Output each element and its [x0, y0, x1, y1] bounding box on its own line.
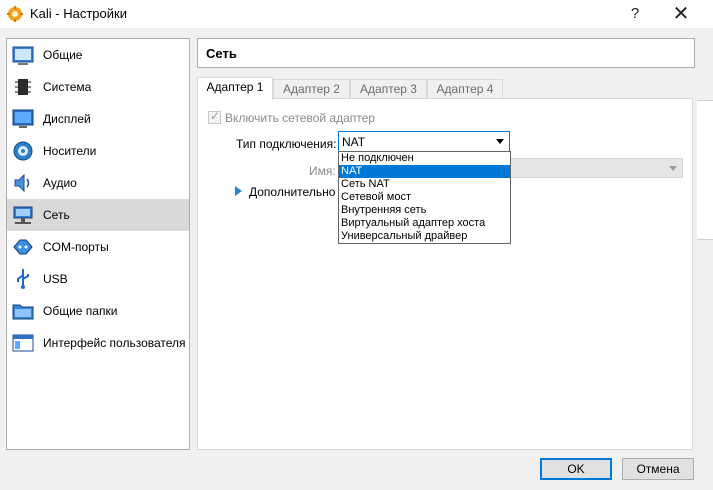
sidebar-item-usb[interactable]: USB: [7, 263, 189, 295]
checkmark-icon: ✓: [210, 109, 221, 123]
expand-arrow-icon[interactable]: [235, 186, 242, 196]
section-header: Сеть: [197, 38, 695, 68]
sidebar-item-com-ports[interactable]: COM-порты: [7, 231, 189, 263]
shared-folder-icon: [12, 304, 34, 320]
sidebar-item-label: Интерфейс пользователя: [43, 336, 186, 350]
dropdown-option-internal[interactable]: Внутренняя сеть: [339, 204, 510, 217]
connection-type-label: Тип подключения:: [236, 137, 337, 151]
sidebar-item-label: Аудио: [43, 176, 77, 190]
display-monitor-icon: [12, 109, 34, 128]
sidebar-item-display[interactable]: Дисплей: [7, 103, 189, 135]
chevron-down-icon: [496, 139, 504, 144]
connection-type-combobox[interactable]: NAT: [338, 131, 510, 152]
connection-type-value: NAT: [342, 135, 366, 149]
dropdown-option-bridged[interactable]: Сетевой мост: [339, 191, 510, 204]
name-label: Имя:: [309, 164, 336, 178]
sidebar-item-label: Общие: [43, 48, 83, 62]
tab-adapter-1[interactable]: Адаптер 1: [197, 77, 273, 100]
dropdown-option-host-only[interactable]: Виртуальный адаптер хоста: [339, 217, 510, 230]
com-port-icon: [13, 239, 33, 255]
advanced-toggle[interactable]: Дополнительно: [249, 185, 335, 199]
tab-adapter-3[interactable]: Адаптер 3: [350, 79, 427, 99]
ok-button[interactable]: OK: [540, 458, 612, 480]
sidebar-item-storage[interactable]: Носители: [7, 135, 189, 167]
chevron-down-icon: [669, 166, 677, 171]
dropdown-option-nat-network[interactable]: Сеть NAT: [339, 178, 510, 191]
page-title: Сеть: [206, 46, 237, 61]
close-button[interactable]: ✕: [658, 0, 704, 28]
sidebar-item-shared-folders[interactable]: Общие папки: [7, 295, 189, 327]
cancel-button[interactable]: Отмена: [622, 458, 694, 480]
usb-icon: [17, 269, 29, 289]
window-title: Kali - Настройки: [30, 6, 127, 21]
speaker-icon: [14, 173, 30, 193]
user-interface-icon: [12, 334, 34, 352]
settings-sidebar: Общие Система Дисплей Носители Аудио Сет…: [6, 38, 190, 450]
sidebar-item-system[interactable]: Система: [7, 71, 189, 103]
tab-adapter-4[interactable]: Адаптер 4: [427, 79, 503, 99]
dropdown-option-generic[interactable]: Универсальный драйвер: [339, 230, 510, 243]
tab-adapter-2[interactable]: Адаптер 2: [273, 79, 350, 99]
general-icon: [12, 46, 34, 65]
sidebar-item-label: COM-порты: [43, 240, 109, 254]
network-icon: [13, 206, 33, 224]
sidebar-item-audio[interactable]: Аудио: [7, 167, 189, 199]
sidebar-item-label: Общие папки: [43, 304, 118, 318]
system-chip-icon: [15, 79, 31, 95]
sidebar-item-label: Сеть: [43, 208, 70, 222]
help-button[interactable]: ?: [612, 0, 658, 28]
storage-disc-icon: [13, 141, 33, 161]
dropdown-option-not-attached[interactable]: Не подключен: [339, 152, 510, 165]
connection-type-dropdown-list: Не подключен NAT Сеть NAT Сетевой мост В…: [338, 151, 511, 244]
sidebar-item-general[interactable]: Общие: [7, 39, 189, 71]
dropdown-option-nat[interactable]: NAT: [339, 165, 510, 178]
virtualbox-gear-icon: [7, 6, 23, 22]
enable-adapter-label: Включить сетевой адаптер: [225, 111, 375, 125]
sidebar-item-label: Система: [43, 80, 92, 94]
sidebar-item-label: Дисплей: [43, 112, 91, 126]
sidebar-item-user-interface[interactable]: Интерфейс пользователя: [7, 327, 189, 359]
background-window-edge: [697, 100, 713, 240]
enable-adapter-checkbox[interactable]: ✓: [208, 109, 221, 124]
title-bar: Kali - Настройки ? ✕: [0, 0, 713, 28]
sidebar-item-label: USB: [43, 272, 68, 286]
sidebar-item-label: Носители: [43, 144, 97, 158]
sidebar-item-network[interactable]: Сеть: [7, 199, 189, 231]
